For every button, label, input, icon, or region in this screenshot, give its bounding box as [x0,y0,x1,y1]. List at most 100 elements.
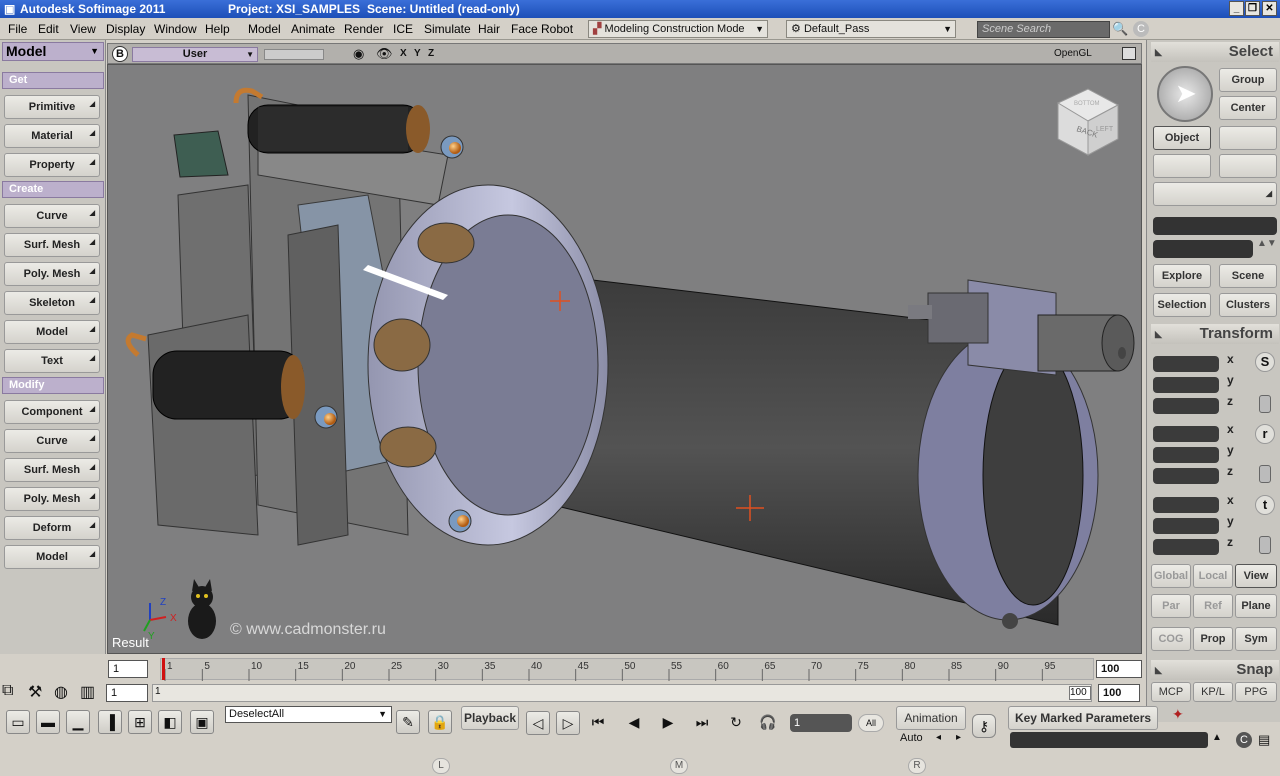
3d-viewport[interactable]: BACK LEFT BOTTOM Z X Y © www.cadmonster.… [107,64,1142,654]
audio-icon[interactable]: 🎧 [756,711,780,735]
create-header[interactable]: Create [2,181,104,198]
menu-edit[interactable]: Edit [38,22,59,36]
selection-field[interactable] [1153,217,1277,235]
modify-header[interactable]: Modify [2,377,104,394]
select-filter-slot[interactable] [1219,126,1277,150]
layout-4-icon[interactable]: ▐ [98,710,122,734]
pass-dropdown[interactable]: ⚙ Default_Pass ▼ [786,20,956,38]
menu-render[interactable]: Render [344,22,383,36]
translate-lock-icon[interactable] [1259,536,1271,554]
deform-button[interactable]: Deform ◢ [4,516,100,540]
create-model-button[interactable]: Model ◢ [4,320,100,344]
prev-key-icon[interactable]: ◀ [622,711,646,735]
current-frame-field[interactable]: 1 [790,714,852,732]
translate-mode-button[interactable]: t [1255,495,1275,515]
ref-button[interactable]: Ref [1193,594,1233,618]
axis-z-toggle[interactable]: Z [428,48,434,59]
select-filter-dropdown[interactable]: ◢ [1153,182,1277,206]
rotate-mode-button[interactable]: r [1255,424,1275,444]
primitive-button[interactable]: Primitive ◢ [4,95,100,119]
par-button[interactable]: Par [1151,594,1191,618]
menu-display[interactable]: Display [106,22,145,36]
layout-2-icon[interactable]: ▬ [36,710,60,734]
menu-model[interactable]: Model [248,22,281,36]
layout-split-icon[interactable]: ◧ [158,710,182,734]
menu-window[interactable]: Window [154,22,197,36]
translate-z-field[interactable] [1153,539,1219,555]
select-tool-button[interactable]: ➤ [1157,66,1213,122]
select-filter-slot-2[interactable] [1153,154,1211,178]
range-slider[interactable]: 1 100 [152,684,1092,702]
global-button[interactable]: Global [1151,564,1191,588]
go-end-icon[interactable]: ⏭ [690,711,714,735]
range-slider-handle[interactable]: 100 [1069,686,1091,700]
create-curve-button[interactable]: Curve ◢ [4,204,100,228]
rotate-z-field[interactable] [1153,468,1219,484]
up-arrow-icon[interactable]: ▲ [1212,732,1222,743]
axis-x-toggle[interactable]: X [400,48,407,59]
object-button[interactable]: Object [1153,126,1211,150]
key-status-field[interactable] [1010,732,1208,748]
timeline-ruler[interactable]: 1 5 10 15 20 25 30 35 40 45 50 55 60 65 70 75 80 85 90 95 [160,658,1094,681]
rotate-x-field[interactable] [1153,426,1219,442]
explore-button[interactable]: Explore [1153,264,1211,288]
scale-mode-button[interactable]: S [1255,352,1275,372]
tab-ppg[interactable]: PPG [1235,682,1277,702]
module-selector[interactable]: Model ▼ [2,42,104,61]
range-end-field[interactable]: 100 [1098,684,1140,702]
layout-icon[interactable]: ⧉ [2,682,13,700]
visibility-eye-icon[interactable]: ◉ [353,46,364,62]
renderer-dropdown[interactable]: OpenGL [1054,48,1092,59]
panel-icon[interactable]: ▥ [80,682,95,702]
menu-file[interactable]: File [8,22,27,36]
animation-button[interactable]: Animation [896,706,966,730]
prop-button[interactable]: Prop [1193,627,1233,651]
transform-header[interactable]: ◣ Transform [1151,324,1279,344]
viewport-letter-button[interactable]: B [112,46,128,62]
view-mode-buttons[interactable] [264,49,324,60]
mode-dropdown[interactable]: ▞ Modeling Construction Mode ▼ [588,20,768,38]
scene-search-input[interactable]: Scene Search [977,21,1110,38]
script-editor-icon[interactable]: ▤ [1258,732,1270,748]
navigation-cube[interactable]: BACK LEFT BOTTOM [1056,88,1120,156]
loop-icon[interactable]: ↻ [724,711,748,735]
clear-search-icon[interactable]: C [1133,21,1149,37]
menu-hair[interactable]: Hair [478,22,500,36]
go-start-icon[interactable]: ⏮ [586,711,610,735]
next-arrow-icon[interactable]: ▸ [956,732,961,743]
menu-animate[interactable]: Animate [291,22,335,36]
center-button[interactable]: Center [1219,96,1277,120]
scale-x-field[interactable] [1153,356,1219,372]
plane-button[interactable]: Plane [1235,594,1277,618]
select-filter-slot-3[interactable] [1219,154,1277,178]
component-button[interactable]: Component ◢ [4,400,100,424]
scale-y-field[interactable] [1153,377,1219,393]
scale-lock-icon[interactable] [1259,395,1271,413]
prev-arrow-icon[interactable]: ◂ [936,732,941,743]
text-button[interactable]: Text ◢ [4,349,100,373]
select-header[interactable]: ◣ Select [1151,42,1279,62]
sym-button[interactable]: Sym [1235,627,1277,651]
timeline-start-field[interactable]: 1 [108,660,148,678]
close-button[interactable]: ✕ [1262,1,1277,16]
rotate-lock-icon[interactable] [1259,465,1271,483]
tab-mcp[interactable]: MCP [1151,682,1191,702]
tab-kpl[interactable]: KP/L [1193,682,1233,702]
translate-x-field[interactable] [1153,497,1219,513]
layout-quad-icon[interactable]: ⊞ [128,710,152,734]
property-button[interactable]: Property ◢ [4,153,100,177]
layout-custom-icon[interactable]: ▣ [190,710,214,734]
scene-button[interactable]: Scene [1219,264,1277,288]
playhead[interactable] [162,658,165,680]
range-start-field[interactable]: 1 [106,684,148,702]
create-poly-mesh-button[interactable]: Poly. Mesh ◢ [4,262,100,286]
tool-icon[interactable]: ⚒ [28,682,42,702]
command-dropdown[interactable]: DeselectAll ▼ [225,706,392,723]
menu-ice[interactable]: ICE [393,22,413,36]
modify-surf-mesh-button[interactable]: Surf. Mesh ◢ [4,458,100,482]
skeleton-button[interactable]: Skeleton ◢ [4,291,100,315]
menu-face-robot[interactable]: Face Robot [511,22,573,36]
play-icon[interactable]: ▷ [556,711,580,735]
lock-icon[interactable]: 🔒 [428,710,452,734]
view-button[interactable]: View [1235,564,1277,588]
